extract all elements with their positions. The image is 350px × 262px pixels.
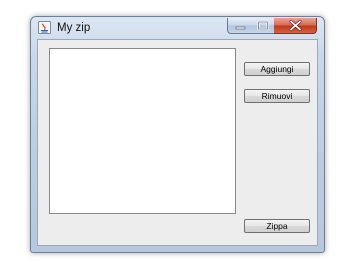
app-window: My zip Aggiungi Rimuovi Zippa <box>30 16 325 253</box>
maximize-icon <box>257 21 269 30</box>
title-bar[interactable]: My zip <box>31 17 324 39</box>
file-list[interactable] <box>49 48 236 214</box>
window-title: My zip <box>57 22 91 34</box>
java-app-icon <box>38 21 51 34</box>
minimize-icon <box>235 26 246 30</box>
minimize-button[interactable] <box>227 18 252 34</box>
add-button[interactable]: Aggiungi <box>244 62 310 76</box>
zip-button[interactable]: Zippa <box>244 219 310 233</box>
remove-button[interactable]: Rimuovi <box>244 89 310 103</box>
content-panel: Aggiungi Rimuovi Zippa <box>37 39 318 246</box>
maximize-button[interactable] <box>251 18 275 34</box>
close-icon <box>289 20 302 31</box>
close-button[interactable] <box>274 18 317 34</box>
